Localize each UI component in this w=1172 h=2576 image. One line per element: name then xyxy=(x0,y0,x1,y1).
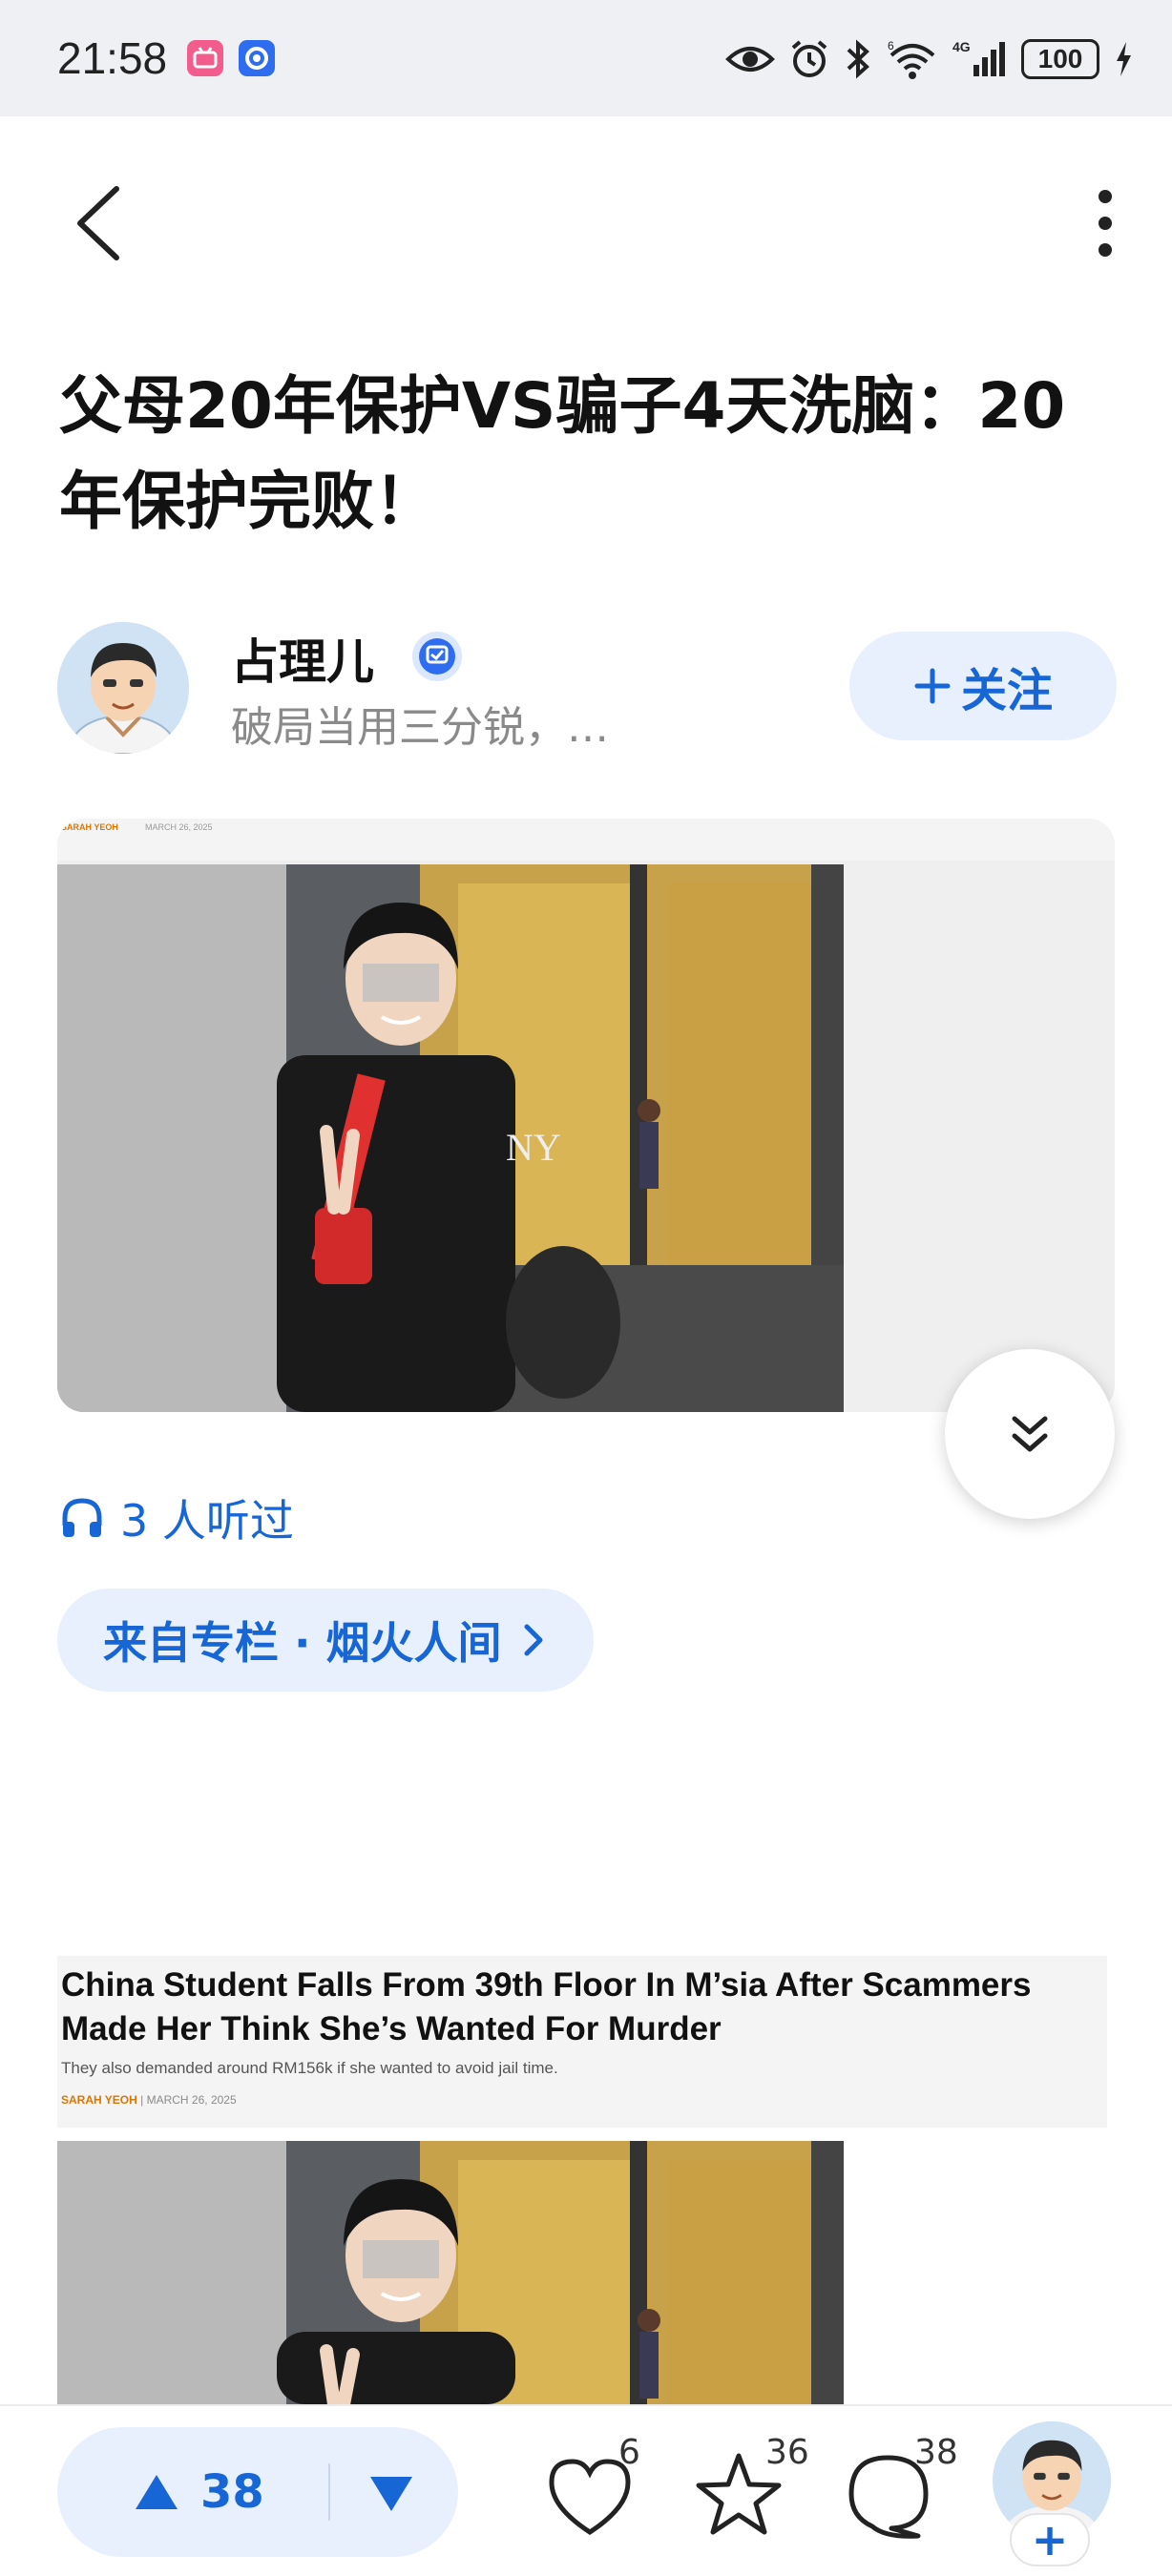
author-avatar[interactable] xyxy=(57,622,189,754)
triangle-down-icon xyxy=(370,2477,412,2511)
follow-label: 关注 xyxy=(960,664,1053,717)
battery-indicator: 100 xyxy=(1021,39,1099,79)
double-chevron-down-icon xyxy=(1012,1416,1048,1452)
top-nav xyxy=(0,116,1172,307)
add-button[interactable]: + xyxy=(1010,2513,1090,2566)
more-options-button[interactable] xyxy=(1077,176,1134,271)
network-label: 4G xyxy=(952,39,971,54)
news-byline-date: MARCH 26, 2025 xyxy=(146,2093,237,2107)
wifi-label: 6 xyxy=(888,39,894,52)
triangle-up-icon xyxy=(136,2475,178,2509)
article-image-2[interactable] xyxy=(57,2141,844,2404)
article-title: 父母20年保护VS骗子4天洗脑：20年保护完败！ xyxy=(59,369,1066,538)
chevron-left-icon xyxy=(77,186,119,260)
plus-icon xyxy=(914,668,951,704)
verified-badge-icon xyxy=(410,630,464,683)
downvote-button[interactable] xyxy=(368,2465,414,2523)
vote-divider xyxy=(328,2463,330,2521)
headphones-icon xyxy=(62,1498,102,1537)
column-label: 来自专栏 · 烟火人间 xyxy=(103,1617,502,1669)
bottom-action-bar: 38 6 36 38 + xyxy=(0,2404,1172,2576)
upvote-count: 38 xyxy=(200,2465,264,2519)
charging-icon xyxy=(1117,42,1131,76)
chevron-right-icon xyxy=(524,1624,543,1656)
article-image[interactable]: SARAH YEOH MARCH 26, 2025 NY xyxy=(57,819,1115,1412)
expand-button[interactable] xyxy=(945,1349,1115,1519)
bilibili-app-icon xyxy=(187,40,223,76)
upvote-button[interactable]: 38 xyxy=(134,2427,264,2557)
listened-count[interactable]: 3 人听过 xyxy=(59,1486,294,1549)
favorite-count: 36 xyxy=(765,2433,809,2472)
news-subhead: They also demanded around RM156k if she … xyxy=(61,2059,558,2077)
comment-count: 38 xyxy=(914,2433,958,2472)
status-icons: 6 4G 100 xyxy=(725,29,1134,90)
signal-4g-icon: 4G xyxy=(952,39,1005,76)
comment-button[interactable]: 38 xyxy=(838,2433,958,2549)
more-vertical-icon xyxy=(1099,190,1112,257)
svg-text:NY: NY xyxy=(506,1126,561,1169)
image-byline-date: MARCH 26, 2025 xyxy=(145,822,213,832)
author-bio: 破局当用三分锐，… xyxy=(231,703,609,752)
news-byline-author: SARAH YEOH xyxy=(61,2093,137,2107)
listened-text: 3 人听过 xyxy=(120,1495,294,1547)
wifi-icon: 6 xyxy=(888,39,935,79)
like-count: 6 xyxy=(618,2433,640,2472)
status-time: 21:58 xyxy=(57,33,168,83)
like-button[interactable]: 6 xyxy=(542,2433,647,2549)
author-name[interactable]: 占理儿 xyxy=(231,624,374,693)
status-bar: 21:58 6 4G 100 xyxy=(0,0,1172,116)
app-notification-icon xyxy=(239,40,275,76)
news-clip: China Student Falls From 39th Floor In M… xyxy=(57,1956,1107,2128)
back-button[interactable] xyxy=(57,176,134,271)
favorite-button[interactable]: 36 xyxy=(689,2433,809,2549)
eye-comfort-icon xyxy=(725,47,775,72)
bluetooth-icon xyxy=(847,39,869,79)
alarm-icon xyxy=(791,40,827,77)
vote-control: 38 xyxy=(57,2427,458,2557)
news-headline: China Student Falls From 39th Floor In M… xyxy=(61,1966,1032,2047)
news-byline: SARAH YEOH | MARCH 26, 2025 xyxy=(61,2093,237,2107)
author-row: 占理儿 破局当用三分锐，… 关注 xyxy=(57,620,1117,754)
follow-button[interactable]: 关注 xyxy=(849,632,1117,740)
column-link[interactable]: 来自专栏 · 烟火人间 xyxy=(57,1589,594,1692)
image-byline-author: SARAH YEOH xyxy=(61,822,118,832)
